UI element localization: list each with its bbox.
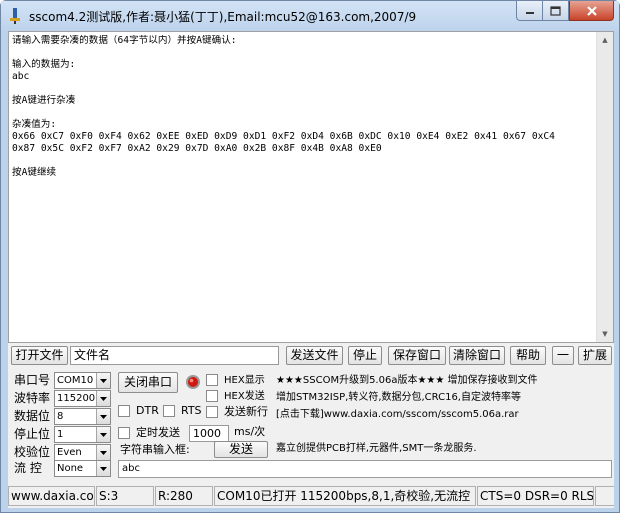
file-toolbar: 打开文件 文件名 发送文件 停止 保存窗口 清除窗口 帮助 一 扩展 [8,345,614,365]
flow-value: None [57,463,84,474]
receive-area[interactable]: 请输入需要杂凑的数据（64字节以内）并按A键确认: 输入的数据为: abc 按A… [8,31,614,343]
status-received: R:280 [155,486,213,506]
dtr-checkbox[interactable] [118,405,130,417]
stopbits-label: 停止位 [14,427,51,441]
minimize-icon [525,11,534,14]
receive-text: 请输入需要杂凑的数据（64字节以内）并按A键确认: 输入的数据为: abc 按A… [12,35,555,178]
vertical-scrollbar[interactable]: ▲ ▼ [596,32,613,342]
ad-line-4[interactable]: 嘉立创提供PCB打样,元器件,SMT一条龙服务. [276,442,477,455]
port-select[interactable]: COM10 [54,372,111,389]
status-lines: CTS=0 DSR=0 RLSD [477,486,594,506]
close-icon [586,5,597,16]
chevron-down-icon [96,427,110,442]
parity-value: Even [57,447,82,458]
port-value: COM10 [57,375,94,386]
hex-display-label: HEX显示 [224,375,265,386]
stop-button[interactable]: 停止 [348,346,382,365]
parity-select[interactable]: Even [54,444,111,461]
filename-field[interactable]: 文件名 [70,346,279,365]
ad-line-1[interactable]: ★★★SSCOM升级到5.06a版本★★★ 增加保存接收到文件 [276,374,538,387]
scroll-down-icon[interactable]: ▼ [597,326,613,342]
minimize-button[interactable] [516,1,543,21]
ad-line-3[interactable]: [点击下载]www.daxia.com/sscom/sscom5.06a.rar [276,408,519,421]
baud-label: 波特率 [14,391,51,405]
scroll-up-icon[interactable]: ▲ [597,32,613,48]
input-label: 字符串输入框: [120,443,190,456]
send-newline-checkbox[interactable] [206,406,218,418]
stopbits-value: 1 [57,429,64,440]
resize-grip-icon[interactable] [595,486,614,506]
clear-window-button[interactable]: 清除窗口 [449,346,505,365]
save-window-button[interactable]: 保存窗口 [388,346,446,365]
ad-line-2[interactable]: 增加STM32ISP,转义符,数据分包,CRC16,自定波特率等 [276,391,521,404]
send-input[interactable]: abc [118,460,612,478]
send-newline-label: 发送新行 [224,405,268,418]
status-bar: www.daxia.com S:3 R:280 COM10已打开 115200b… [8,485,614,507]
baud-select[interactable]: 115200 [54,390,111,407]
status-port-info: COM10已打开 115200bps,8,1,奇校验,无流控 [214,486,476,506]
flow-select[interactable]: None [54,460,111,477]
close-button[interactable] [569,1,614,21]
chevron-down-icon [96,373,110,388]
rts-checkbox[interactable] [163,405,175,417]
send-file-button[interactable]: 发送文件 [286,346,343,365]
interval-input[interactable]: 1000 [189,425,229,442]
chevron-down-icon [96,461,110,476]
port-status-led-icon [185,374,201,390]
dtr-label: DTR [136,404,159,417]
send-button[interactable]: 发送 [214,441,268,458]
chevron-down-icon [96,391,110,406]
close-port-button[interactable]: 关闭串口 [118,372,178,393]
hex-send-checkbox[interactable] [206,390,218,402]
stopbits-select[interactable]: 1 [54,426,111,443]
databits-select[interactable]: 8 [54,408,111,425]
timed-send-label: 定时发送 [136,426,180,439]
hex-display-checkbox[interactable] [206,374,218,386]
collapse-button[interactable]: 一 [552,346,574,365]
parity-label: 校验位 [14,445,51,459]
window-title: sscom4.2测试版,作者:聂小猛(丁丁),Email:mcu52@163.c… [29,10,417,24]
open-file-button[interactable]: 打开文件 [11,346,68,365]
status-sent: S:3 [96,486,154,506]
timed-send-checkbox[interactable] [118,427,130,439]
expand-button[interactable]: 扩展 [578,346,612,365]
maximize-button[interactable] [543,1,569,21]
databits-label: 数据位 [14,409,51,423]
app-icon [8,8,22,24]
baud-value: 115200 [57,393,96,404]
help-button[interactable]: 帮助 [510,346,546,365]
maximize-icon [550,5,561,16]
flow-label: 流 控 [14,461,42,475]
hex-send-label: HEX发送 [224,391,265,402]
port-label: 串口号 [14,373,51,387]
chevron-down-icon [96,445,110,460]
client-area: 请输入需要杂凑的数据（64字节以内）并按A键确认: 输入的数据为: abc 按A… [8,31,614,508]
rts-label: RTS [181,404,202,417]
title-bar: sscom4.2测试版,作者:聂小猛(丁丁),Email:mcu52@163.c… [1,1,619,31]
app-window: sscom4.2测试版,作者:聂小猛(丁丁),Email:mcu52@163.c… [0,0,620,513]
interval-unit: ms/次 [234,425,266,438]
databits-value: 8 [57,411,64,422]
chevron-down-icon [96,409,110,424]
status-site[interactable]: www.daxia.com [8,486,95,506]
